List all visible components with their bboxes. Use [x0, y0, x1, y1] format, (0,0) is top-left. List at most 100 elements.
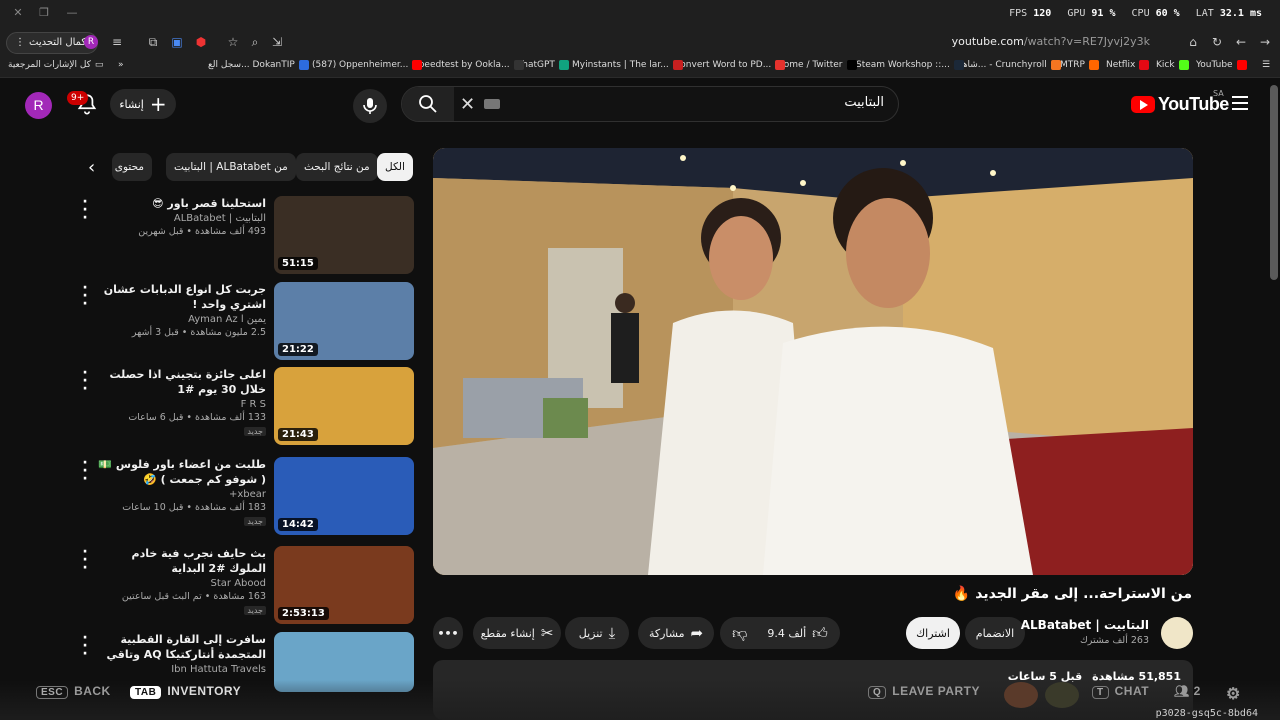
more-vert-icon[interactable]: · · ·: [82, 366, 88, 396]
chip-from-channel[interactable]: من ALBatabet | البتابيت: [166, 153, 296, 181]
bookmark-item[interactable]: سجل الع... DokanTIP: [208, 60, 309, 70]
bookmark-item[interactable]: شاهد... - Crunchyroll: [958, 60, 1061, 70]
home-icon[interactable]: ⌂: [1184, 33, 1202, 51]
recommendation-title[interactable]: سافرت إلى القارة القطبية المتجمدة أنتارك…: [96, 632, 266, 662]
bookmark-star-icon[interactable]: ☆: [224, 33, 242, 51]
back-arrow-icon[interactable]: ←: [1232, 33, 1250, 51]
dislike-icon[interactable]: 👎︎: [732, 624, 747, 643]
video-thumbnail[interactable]: 21:22: [274, 282, 414, 360]
bookmarks-overflow-icon[interactable]: »: [118, 60, 124, 70]
download-button[interactable]: تنزيل ⤓: [565, 617, 629, 649]
recommendation-channel[interactable]: Ibn Hattuta Travels: [96, 664, 266, 675]
bookmark-item[interactable]: YouTube: [1196, 60, 1247, 70]
bookmark-item[interactable]: MTRP: [1060, 60, 1099, 70]
more-vert-icon[interactable]: · · ·: [82, 195, 88, 225]
keyboard-icon[interactable]: [484, 99, 500, 109]
bookmark-label: Steam Workshop ::...: [856, 60, 950, 70]
minimize-window-icon[interactable]: —: [62, 6, 82, 22]
all-bookmarks-folder[interactable]: كل الإشارات المرجعية ▭: [8, 60, 103, 70]
channel-avatar[interactable]: [1161, 617, 1193, 649]
bookmark-item[interactable]: Kick: [1156, 60, 1189, 70]
youtube-logo[interactable]: YouTube SA: [1131, 89, 1229, 115]
recommendation-item[interactable]: 51:15 · · · استحلينا قصر باور 😎 البتابيت | AL…: [82, 195, 414, 276]
recommendation-meta: طلبت من اعضاء باور فلوس 💵 ( شوفو كم جمعت…: [96, 457, 266, 527]
more-actions-button[interactable]: •••: [433, 617, 463, 649]
extensions-icon[interactable]: ⧉: [144, 33, 162, 51]
recommendation-title[interactable]: اعلى جائزة بتجيني اذا حصلت خلال 30 يوم #…: [96, 367, 267, 397]
chip-all[interactable]: الكل: [377, 153, 413, 181]
recommendation-item[interactable]: 21:43 · · · اعلى جائزة بتجيني اذا حصلت خلال …: [82, 366, 414, 447]
recommendation-item[interactable]: · · · سافرت إلى القارة القطبية المتجمدة أنت…: [82, 631, 414, 692]
playlist-icon[interactable]: ≡: [108, 33, 126, 51]
search-box[interactable]: ✕ البتابيت: [401, 86, 899, 122]
bookmark-item[interactable]: Home / Twitter: [777, 60, 857, 70]
channel-name[interactable]: البتابيت | ALBatabet: [1021, 618, 1149, 632]
bookmark-item[interactable]: Speedtest by Ookla...: [413, 60, 524, 70]
more-vert-icon[interactable]: · · ·: [82, 456, 88, 486]
party-member-avatar[interactable]: [1004, 682, 1038, 708]
recommendation-channel[interactable]: xbear+: [96, 489, 266, 500]
video-player[interactable]: [433, 148, 1193, 575]
recommendation-title[interactable]: جربت كل انواع الدبابات عشان اشتري واحد !: [96, 282, 266, 312]
share-button[interactable]: مشاركة ➦: [638, 617, 714, 649]
bookmark-label: (587) Oppenheimer...: [312, 60, 409, 70]
video-thumbnail[interactable]: 2:53:13: [274, 546, 414, 624]
clear-search-icon[interactable]: ✕: [460, 94, 475, 115]
profile-icon[interactable]: R: [84, 35, 98, 49]
install-app-icon[interactable]: ⇲: [268, 33, 286, 51]
search-input[interactable]: البتابيت: [844, 95, 884, 110]
zoom-icon[interactable]: ⌕: [246, 33, 264, 51]
hamburger-menu-icon[interactable]: [1232, 96, 1248, 110]
leave-party-hint[interactable]: Q LEAVE PARTY: [868, 684, 980, 699]
avatar[interactable]: R: [25, 92, 52, 119]
search-button[interactable]: [402, 87, 454, 121]
recommendation-item[interactable]: 21:22 · · · جربت كل انواع الدبابات عشان اشتر…: [82, 281, 414, 362]
recommendation-title[interactable]: بث حايف نجرب فية خادم الملوك #2 البداية: [96, 546, 266, 576]
recommendation-channel[interactable]: Star Abood: [96, 578, 266, 589]
clip-button[interactable]: إنشاء مقطع ✂: [473, 617, 561, 649]
bookmark-item[interactable]: (587) Oppenheimer...: [312, 60, 423, 70]
reload-icon[interactable]: ↻: [1208, 33, 1226, 51]
recommendation-channel[interactable]: يمين ا Ayman Az: [96, 314, 266, 325]
recommendation-item[interactable]: 2:53:13 · · · بث حايف نجرب فية خادم الملوك #…: [82, 545, 414, 626]
bookmark-item[interactable]: Netflix: [1106, 60, 1150, 70]
recommendation-title[interactable]: استحلينا قصر باور 😎: [96, 196, 266, 211]
settings-gear-icon[interactable]: ⚙: [1226, 684, 1241, 704]
recommendation-channel[interactable]: F R S: [96, 399, 266, 410]
bookmark-item[interactable]: Convert Word to PD...: [674, 60, 786, 70]
subscribe-button[interactable]: اشتراك: [906, 617, 960, 649]
page-scrollbar[interactable]: [1270, 85, 1278, 280]
url-field[interactable]: youtube.com/watch?v=RE7Jyvj2y3k: [952, 35, 1150, 48]
chip-content[interactable]: محتوى: [112, 153, 152, 181]
video-thumbnail[interactable]: 14:42: [274, 457, 414, 535]
party-member-avatar[interactable]: [1045, 682, 1079, 708]
chat-hint[interactable]: T CHAT: [1092, 684, 1149, 699]
inventory-hint[interactable]: TAB INVENTORY: [130, 684, 241, 699]
more-vert-icon[interactable]: · · ·: [82, 631, 88, 661]
recommendation-channel[interactable]: البتابيت | ALBatabet: [96, 213, 266, 224]
adblock-icon[interactable]: ⬢: [192, 33, 210, 51]
video-thumbnail[interactable]: 21:43: [274, 367, 414, 445]
chip-from-search[interactable]: من نتائج البحث: [296, 153, 378, 181]
video-title: من الاستراحة... إلى مقر الجديد 🔥: [952, 586, 1192, 602]
bookmark-item[interactable]: ChatGPT: [516, 60, 569, 70]
more-vert-icon[interactable]: · · ·: [82, 545, 88, 575]
chevron-left-icon[interactable]: ‹: [88, 157, 95, 178]
recommendation-title[interactable]: طلبت من اعضاء باور فلوس 💵 ( شوفو كم جمعت…: [96, 457, 266, 487]
back-hint[interactable]: ESC BACK: [36, 684, 111, 699]
restore-window-icon[interactable]: ❐: [34, 6, 54, 22]
voice-search-button[interactable]: [353, 89, 387, 123]
recommendation-item[interactable]: 14:42 · · · طلبت من اعضاء باور فلوس 💵 ( شوفو…: [82, 456, 414, 537]
bookmark-item[interactable]: Myinstants | The lar...: [572, 60, 683, 70]
more-vert-icon[interactable]: · · ·: [82, 281, 88, 311]
join-button[interactable]: الانضمام: [965, 617, 1025, 649]
video-thumbnail[interactable]: 51:15: [274, 196, 414, 274]
like-icon[interactable]: 👍︎: [812, 624, 828, 643]
bookmarks-menu-icon[interactable]: ☰: [1262, 60, 1270, 70]
bookmark-item[interactable]: Steam Workshop ::...: [856, 60, 964, 70]
create-button[interactable]: إنشاء +: [110, 89, 176, 119]
forward-arrow-icon[interactable]: →: [1256, 33, 1274, 51]
close-window-icon[interactable]: ✕: [8, 6, 28, 22]
translate-icon[interactable]: ▣: [168, 33, 186, 51]
recommendation-meta: بث حايف نجرب فية خادم الملوك #2 البداية S…: [96, 546, 266, 616]
